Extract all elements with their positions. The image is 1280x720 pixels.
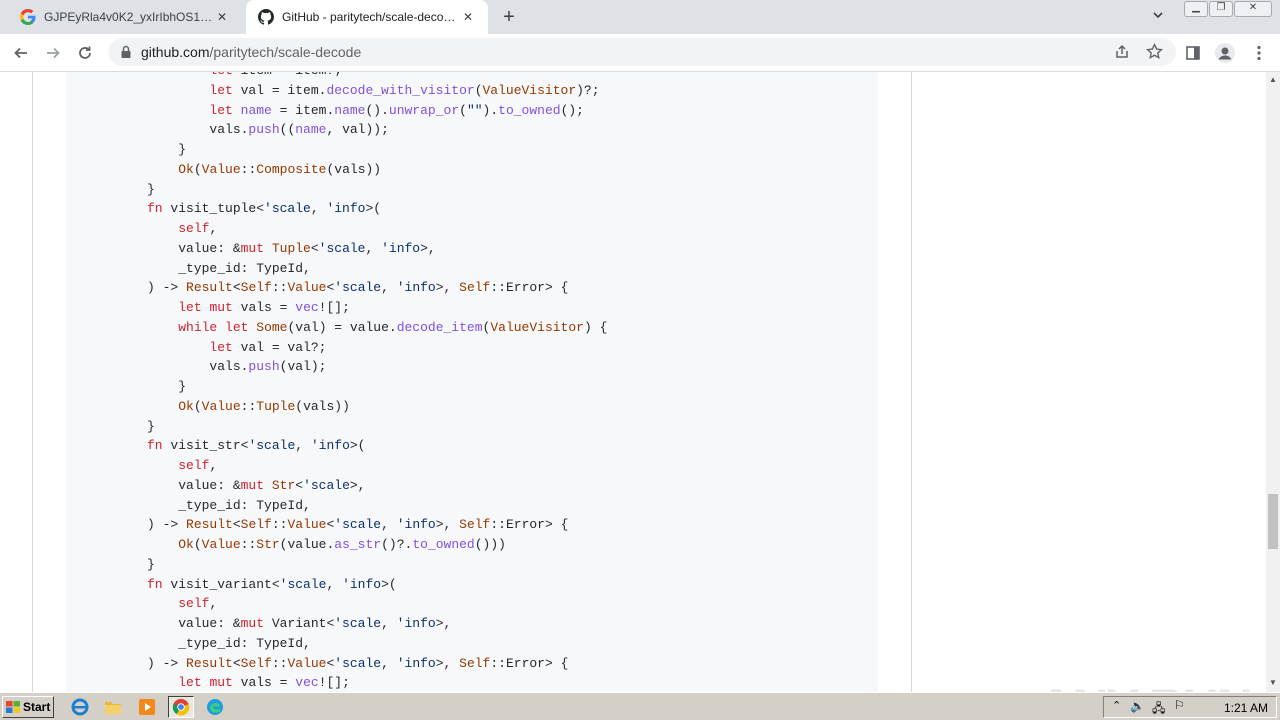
code-line: } xyxy=(147,142,187,157)
close-tab-icon[interactable]: ✕ xyxy=(460,9,476,25)
code-line: ) -> Result<Self::Value<'scale, 'info>, … xyxy=(147,280,569,296)
code-line: fn visit_variant<'scale, 'info>( xyxy=(147,576,397,592)
network-icon[interactable]: 🖧 xyxy=(1152,699,1165,720)
url-text: github.com/paritytech/scale-decode xyxy=(141,44,361,60)
scrollbar-thumb[interactable] xyxy=(1268,494,1278,549)
page-content: let item = item?; let val = item.decode_… xyxy=(0,72,1266,692)
code-line: } xyxy=(147,418,155,434)
url-path: /paritytech/scale-decode xyxy=(209,44,362,60)
tab-github[interactable]: GitHub - paritytech/scale-decode: De ✕ xyxy=(246,0,488,34)
code-line: while let Some(val) = value.decode_item(… xyxy=(178,319,608,335)
code-line: let mut vals = vec![]; xyxy=(178,675,350,691)
chrome-icon xyxy=(172,698,190,716)
forward-button[interactable] xyxy=(40,40,66,66)
arrow-left-icon xyxy=(14,47,27,59)
share-icon[interactable] xyxy=(1114,44,1130,65)
code-line: value: &mut Variant<'scale, 'info>, xyxy=(147,616,452,631)
code-line: let val = val?; xyxy=(209,339,327,355)
profile-avatar-icon[interactable] xyxy=(1212,40,1238,66)
internet-explorer-icon[interactable] xyxy=(70,697,90,717)
code-block: let item = item?; let val = item.decode_… xyxy=(66,72,878,692)
chrome-taskbar-button[interactable] xyxy=(168,696,194,718)
code-line: _type_id: TypeId, xyxy=(147,497,311,513)
restore-button[interactable]: ❐ xyxy=(1209,1,1233,17)
back-button[interactable] xyxy=(8,40,34,66)
reload-icon xyxy=(79,46,91,59)
code-line: vals.push(val); xyxy=(147,359,327,375)
windows-flag-icon xyxy=(6,701,20,713)
code-text: let item = item?; let val = item.decode_… xyxy=(147,72,607,692)
arrow-right-icon xyxy=(47,47,60,59)
chevron-down-icon[interactable] xyxy=(1152,9,1164,24)
code-line: self, xyxy=(178,458,218,473)
code-line: value: &mut Tuple<'scale, 'info>, xyxy=(147,240,436,256)
minimize-button[interactable]: ▁ xyxy=(1184,1,1208,17)
reload-button[interactable] xyxy=(72,40,98,66)
start-label: Start xyxy=(23,700,51,714)
code-line: _type_id: TypeId, xyxy=(147,635,311,651)
tab-title: GJPEyRla4v0K2_yxIrIbhOS1xvxa8f- xyxy=(44,10,214,24)
tab-strip: GJPEyRla4v0K2_yxIrIbhOS1xvxa8f- ✕ GitHub… xyxy=(0,0,1280,34)
folder-icon[interactable] xyxy=(103,697,123,717)
address-bar[interactable]: github.com/paritytech/scale-decode xyxy=(108,38,1176,66)
github-icon xyxy=(258,9,274,25)
close-tab-icon[interactable]: ✕ xyxy=(214,9,230,25)
volume-icon[interactable]: 🔈 xyxy=(1130,699,1145,713)
code-line: Ok(Value::Composite(vals)) xyxy=(178,161,382,177)
watermark-logo: ANY RUN xyxy=(1038,678,1253,692)
code-line: } xyxy=(147,556,155,572)
start-button[interactable]: Start xyxy=(2,696,54,718)
code-line: let item = item?; xyxy=(147,72,342,78)
kebab-menu-icon[interactable] xyxy=(1246,40,1272,66)
code-line: _type_id: TypeId, xyxy=(147,260,311,276)
code-line: } xyxy=(147,379,187,394)
code-line: vals.push((name, val)); xyxy=(147,122,389,138)
chevron-up-icon[interactable]: ⌃ xyxy=(1112,699,1121,712)
side-panel-icon[interactable] xyxy=(1180,40,1206,66)
clock[interactable]: 1:21 AM xyxy=(1224,701,1268,715)
tab-google[interactable]: GJPEyRla4v0K2_yxIrIbhOS1xvxa8f- ✕ xyxy=(8,0,243,34)
taskbar: Start ⌃ 🔈 🖧 ⚐ 1:21 AM xyxy=(0,692,1280,720)
code-line: ) -> Result<Self::Value<'scale, 'info>, … xyxy=(147,655,569,671)
code-line: value: &mut Str<'scale>, xyxy=(147,477,366,493)
code-line: Ok(Value::Str(value.as_str()?.to_owned()… xyxy=(178,537,506,552)
bookmark-star-icon[interactable] xyxy=(1146,42,1163,65)
flag-icon[interactable]: ⚐ xyxy=(1174,698,1185,712)
browser-toolbar: github.com/paritytech/scale-decode xyxy=(0,34,1280,72)
code-line: fn visit_str<'scale, 'info>( xyxy=(147,438,366,454)
scroll-down-arrow-icon[interactable]: ▼ xyxy=(1269,678,1277,687)
lock-icon xyxy=(121,45,131,58)
media-player-icon[interactable] xyxy=(137,697,157,717)
code-line: Ok(Value::Tuple(vals)) xyxy=(178,398,350,414)
google-icon xyxy=(20,9,36,25)
tab-title: GitHub - paritytech/scale-decode: De xyxy=(282,10,460,24)
system-tray: ⌃ 🔈 🖧 ⚐ 1:21 AM xyxy=(1103,696,1277,718)
scroll-up-arrow-icon[interactable]: ▲ xyxy=(1269,75,1277,84)
divider xyxy=(32,72,33,692)
divider xyxy=(911,72,912,692)
edge-icon[interactable] xyxy=(205,697,225,717)
page-scrollbar[interactable]: ▲ ▼ xyxy=(1266,72,1280,692)
code-line: ) -> Result<Self::Value<'scale, 'info>, … xyxy=(147,517,569,533)
code-line: } xyxy=(147,181,155,197)
code-line: let mut vals = vec![]; xyxy=(178,300,350,315)
window-close-button[interactable]: ✕ xyxy=(1234,1,1272,17)
code-line: self, xyxy=(178,596,218,612)
code-line: let val = item.decode_with_visitor(Value… xyxy=(209,82,600,98)
url-host: github.com xyxy=(141,44,210,60)
code-line: self, xyxy=(178,221,218,236)
code-line: fn visit_tuple<'scale, 'info>( xyxy=(147,201,382,217)
code-line: let name = item.name().unwrap_or("").to_… xyxy=(209,102,584,118)
new-tab-button[interactable]: + xyxy=(499,7,519,28)
